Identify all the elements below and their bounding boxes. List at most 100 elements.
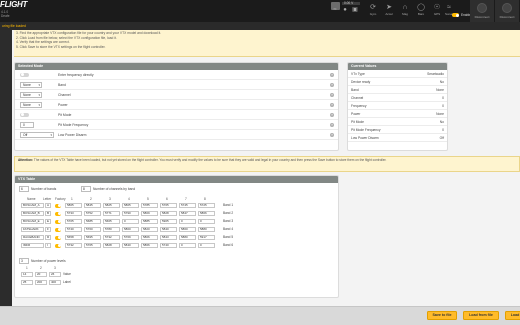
band-name-input[interactable]: RACEBAND — [21, 235, 44, 240]
disconnect-button[interactable]: Disconnect — [470, 0, 494, 22]
band-name-input[interactable]: BOSCAM_E — [21, 219, 44, 224]
band-name-input[interactable]: BOSCAM_B — [21, 211, 44, 216]
band-frequency-input[interactable]: 5760 — [84, 227, 101, 232]
band-frequency-input[interactable]: 5785 — [141, 203, 158, 208]
power-value-input[interactable]: 14 — [21, 272, 33, 277]
help-icon[interactable]: ? — [330, 133, 334, 137]
band-frequency-input[interactable]: 5725 — [198, 203, 215, 208]
band-frequency-input[interactable]: 5665 — [103, 219, 120, 224]
power-select[interactable]: None — [20, 101, 42, 108]
band-letter-input[interactable]: I — [45, 243, 51, 248]
cv-value: No — [439, 80, 444, 84]
help-icon[interactable]: ? — [330, 113, 334, 117]
band-frequency-input[interactable]: 5917 — [198, 235, 215, 240]
factory-toggle[interactable] — [55, 243, 61, 248]
power-value-input[interactable]: 20 — [35, 272, 47, 277]
band-frequency-input[interactable]: 5705 — [65, 219, 82, 224]
band-frequency-input[interactable]: 5780 — [103, 227, 120, 232]
band-letter-input[interactable]: R — [45, 235, 51, 240]
band-frequency-input[interactable]: 5769 — [122, 235, 139, 240]
band-frequency-input[interactable]: 5685 — [84, 219, 101, 224]
help-icon[interactable]: ? — [330, 93, 334, 97]
factory-toggle[interactable] — [55, 219, 61, 224]
load-from-file-button[interactable]: Load from file — [463, 311, 499, 320]
band-frequency-input[interactable]: 5860 — [179, 227, 196, 232]
band-frequency-input[interactable]: 5733 — [65, 211, 82, 216]
save-to-file-button[interactable]: Save to file — [427, 311, 457, 320]
channels-count-input[interactable]: 8 — [81, 186, 91, 192]
band-frequency-input[interactable]: 0 — [198, 219, 215, 224]
band-frequency-input[interactable]: 5732 — [65, 243, 82, 248]
expert-mode-switch[interactable] — [452, 13, 459, 17]
band-frequency-input[interactable]: 5658 — [65, 235, 82, 240]
help-icon[interactable]: ? — [330, 73, 334, 77]
band-name-input[interactable]: IMD6 — [21, 243, 44, 248]
band-frequency-input[interactable]: 5740 — [65, 227, 82, 232]
factory-toggle[interactable] — [55, 235, 61, 240]
factory-toggle[interactable] — [55, 211, 61, 216]
band-frequency-input[interactable]: 5845 — [84, 203, 101, 208]
plug-icon — [477, 3, 487, 13]
band-frequency-input[interactable]: 5880 — [198, 227, 215, 232]
band-frequency-input[interactable]: 5840 — [160, 227, 177, 232]
power-label-input[interactable]: 400 — [49, 280, 61, 285]
row-channel: None Channel ? — [15, 90, 338, 100]
factory-toggle[interactable] — [55, 203, 61, 208]
band-frequency-input[interactable]: 5828 — [103, 243, 120, 248]
band-frequency-input[interactable]: 0 — [179, 243, 196, 248]
band-frequency-input[interactable]: 5800 — [122, 227, 139, 232]
band-frequency-input[interactable]: 5752 — [84, 211, 101, 216]
band-frequency-input[interactable]: 5695 — [84, 235, 101, 240]
band-frequency-input[interactable]: 5843 — [160, 235, 177, 240]
band-frequency-input[interactable]: 5771 — [103, 211, 120, 216]
help-icon[interactable]: ? — [330, 83, 334, 87]
band-frequency-input[interactable]: 0 — [179, 219, 196, 224]
frequency-direct-switch[interactable] — [20, 72, 29, 77]
band-frequency-input[interactable]: 5880 — [179, 235, 196, 240]
top-bar: FLIGHT 4.1.0 Deafe 0.00 V ≈ ● ▣ ⟳ Gyro ➤ A… — [0, 0, 520, 22]
band-letter-input[interactable]: F — [45, 227, 51, 232]
band-frequency-input[interactable]: 5866 — [198, 211, 215, 216]
band-frequency-input[interactable]: 0 — [198, 243, 215, 248]
band-frequency-input[interactable]: 5745 — [179, 203, 196, 208]
band-name-input[interactable]: BOSCAM_A — [21, 203, 44, 208]
pit-mode-frequency-input[interactable]: 0 — [20, 121, 34, 128]
band-frequency-input[interactable]: 5866 — [141, 243, 158, 248]
band-frequency-input[interactable]: 5820 — [141, 227, 158, 232]
help-icon[interactable]: ? — [330, 103, 334, 107]
disconnect-button-2[interactable]: Disconnect — [495, 0, 519, 22]
band-letter-input[interactable]: E — [45, 219, 51, 224]
band-frequency-input[interactable]: 5825 — [103, 203, 120, 208]
power-levels-input[interactable]: 3 — [19, 258, 29, 264]
load-button[interactable]: Load — [505, 311, 520, 320]
band-letter-input[interactable]: B — [45, 211, 51, 216]
band-frequency-input[interactable]: 5790 — [122, 211, 139, 216]
band-frequency-input[interactable]: 5809 — [141, 211, 158, 216]
band-frequency-input[interactable]: 5828 — [160, 211, 177, 216]
pit-mode-switch[interactable] — [20, 112, 29, 117]
band-frequency-input[interactable]: 5740 — [160, 243, 177, 248]
band-frequency-input[interactable]: 5765 — [84, 243, 101, 248]
band-frequency-input[interactable]: 5806 — [141, 235, 158, 240]
band-frequency-input[interactable]: 5865 — [65, 203, 82, 208]
channel-select[interactable]: None — [20, 91, 42, 98]
band-select[interactable]: None — [20, 81, 42, 88]
help-icon[interactable]: ? — [330, 123, 334, 127]
factory-toggle[interactable] — [55, 227, 61, 232]
band-frequency-input[interactable]: 5847 — [179, 211, 196, 216]
band-name-input[interactable]: FATSHARK — [21, 227, 44, 232]
band-frequency-input[interactable]: 5840 — [122, 243, 139, 248]
band-frequency-input[interactable]: 5905 — [160, 219, 177, 224]
low-power-disarm-select[interactable]: Off — [20, 131, 54, 138]
row-band: None Band ? — [15, 80, 338, 90]
bands-count-input[interactable]: 6 — [19, 186, 29, 192]
band-frequency-input[interactable]: 5805 — [122, 203, 139, 208]
power-label-input[interactable]: 25 — [21, 280, 33, 285]
band-frequency-input[interactable]: 5732 — [103, 235, 120, 240]
power-value-input[interactable]: 26 — [49, 272, 61, 277]
band-letter-input[interactable]: A — [45, 203, 51, 208]
band-frequency-input[interactable]: 5885 — [141, 219, 158, 224]
band-frequency-input[interactable]: 5765 — [160, 203, 177, 208]
power-label-input[interactable]: 200 — [35, 280, 47, 285]
band-frequency-input[interactable]: 0 — [122, 219, 139, 224]
